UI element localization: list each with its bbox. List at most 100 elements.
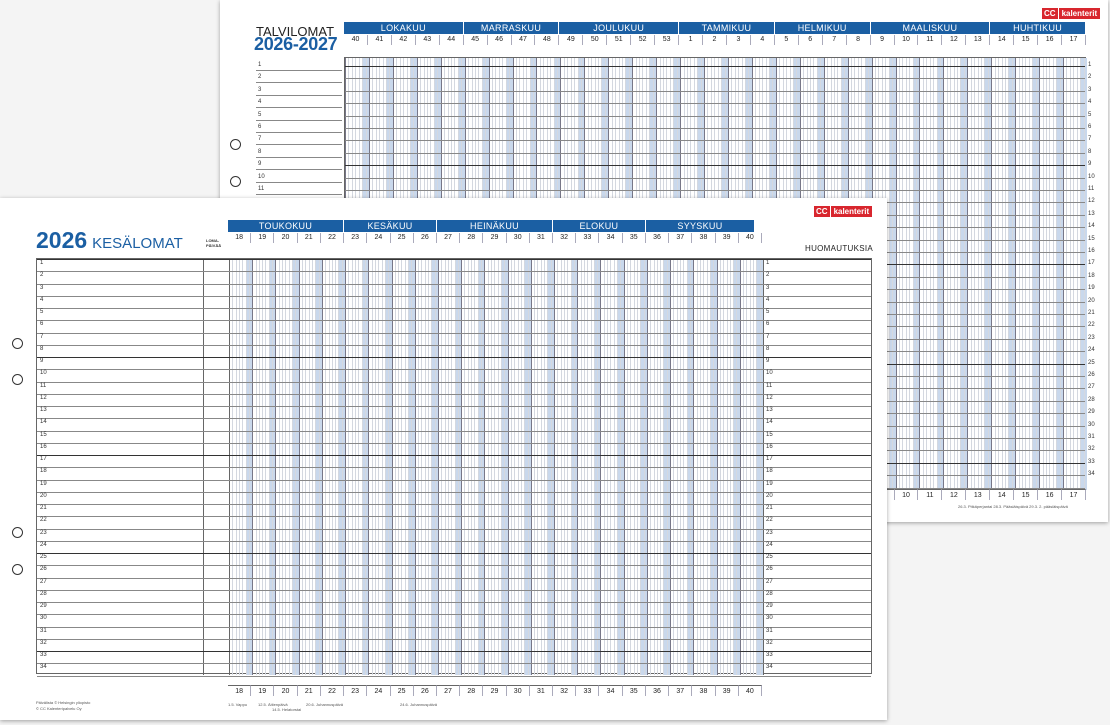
week-number: 37 [669, 233, 693, 243]
row-line [37, 638, 871, 640]
row-line [256, 156, 342, 158]
row-number-right: 25 [766, 554, 773, 560]
row-number: 32 [40, 639, 47, 646]
row-number: 3 [258, 86, 262, 93]
bottom-week-number: 40 [738, 685, 762, 696]
logo-text: kalenterit [830, 206, 873, 217]
row-number: 1 [40, 260, 44, 266]
row-number: 27 [40, 578, 47, 585]
row-number-right: 32 [766, 639, 773, 646]
row-number: 23 [40, 529, 47, 536]
row-line [37, 479, 871, 481]
row-number-right: 14 [1088, 223, 1095, 230]
week-number: 4 [751, 35, 775, 45]
row-number: 1 [258, 62, 262, 68]
row-number-right: 26 [1088, 372, 1095, 378]
row-number-right: 34 [766, 664, 773, 671]
row-line [37, 442, 871, 444]
row-number-right: 11 [1088, 186, 1095, 192]
row-number-right: 5 [1088, 111, 1092, 118]
row-number-right: 20 [766, 492, 773, 499]
row-line [37, 528, 871, 530]
row-number: 7 [40, 333, 44, 340]
row-number: 3 [40, 284, 44, 291]
week-number: 29 [483, 233, 507, 243]
week-number: 41 [368, 35, 392, 45]
row-number-right: 17 [1088, 260, 1095, 267]
row-line [37, 430, 871, 432]
month-label: MARRASKUU [463, 22, 560, 34]
holiday-days-column-label: LOMA-PÄIVÄÄ [206, 238, 222, 248]
row-line [37, 357, 871, 358]
row-number-right: 5 [766, 309, 770, 315]
logo-text: kalenterit [1058, 8, 1101, 19]
row-line [37, 283, 871, 285]
row-line [345, 140, 1085, 142]
bottom-week-number: 39 [715, 685, 739, 696]
week-number: 10 [895, 35, 919, 45]
bottom-week-number: 23 [344, 685, 368, 696]
row-line [37, 663, 871, 665]
holiday-note: 24.6. Juhannuspäivä [400, 702, 437, 707]
week-number: 1 [679, 35, 704, 45]
week-number: 32 [553, 233, 577, 243]
row-number: 6 [40, 321, 44, 328]
row-number-right: 33 [1088, 458, 1095, 465]
row-number-right: 28 [1088, 396, 1095, 403]
row-line [37, 565, 871, 567]
row-number-right: 24 [766, 541, 773, 548]
row-number-right: 14 [766, 419, 773, 426]
row-number: 9 [258, 161, 262, 168]
row-line [37, 320, 871, 322]
month-label: LOKAKUU [344, 22, 464, 34]
bottom-week-number: 17 [1062, 489, 1086, 500]
row-number-right: 21 [766, 505, 773, 511]
week-number: 52 [631, 35, 656, 45]
week-number: 19 [251, 233, 275, 243]
row-line [37, 418, 871, 420]
bottom-week-number: 27 [436, 685, 461, 696]
row-number-right: 25 [1088, 359, 1095, 366]
punch-hole [12, 527, 23, 538]
week-number: 45 [464, 35, 488, 45]
row-number-right: 30 [1088, 421, 1095, 428]
week-number: 40 [739, 233, 762, 243]
row-number: 9 [40, 358, 44, 364]
row-number-right: 27 [1088, 384, 1095, 391]
row-line [37, 589, 871, 591]
row-number-right: 4 [1088, 99, 1092, 106]
week-number: 16 [1038, 35, 1063, 45]
row-number-right: 8 [766, 345, 770, 352]
row-line [37, 393, 871, 395]
week-number: 22 [321, 233, 345, 243]
row-number-right: 31 [766, 627, 773, 634]
row-number-right: 24 [1088, 347, 1095, 354]
week-number: 27 [437, 233, 461, 243]
month-label: JOULUKUU [559, 22, 680, 34]
punch-hole [230, 176, 241, 187]
bottom-week-number: 19 [251, 685, 275, 696]
row-number-right: 12 [766, 394, 773, 401]
row-number-right: 10 [766, 370, 773, 377]
row-line [37, 295, 871, 297]
punch-hole [12, 374, 23, 385]
punch-hole [12, 564, 23, 575]
holiday-note: 1.5. Vappu [228, 702, 248, 707]
row-line [37, 651, 871, 652]
month-label: TOUKOKUU [228, 220, 345, 232]
row-number: 24 [40, 541, 47, 548]
row-number: 12 [40, 394, 47, 401]
row-number-right: 32 [1088, 446, 1095, 453]
week-number: 25 [391, 233, 414, 243]
row-number-right: 9 [1088, 161, 1092, 168]
row-number-right: 1 [1088, 62, 1092, 68]
row-number-right: 1 [766, 260, 770, 266]
bottom-week-number: 28 [460, 685, 484, 696]
row-line [256, 119, 342, 121]
row-number-right: 7 [766, 333, 770, 340]
week-number: 40 [344, 35, 368, 45]
row-number-right: 27 [766, 578, 773, 585]
week-number: 46 [488, 35, 512, 45]
row-line [37, 504, 871, 505]
row-number-right: 29 [1088, 409, 1095, 416]
